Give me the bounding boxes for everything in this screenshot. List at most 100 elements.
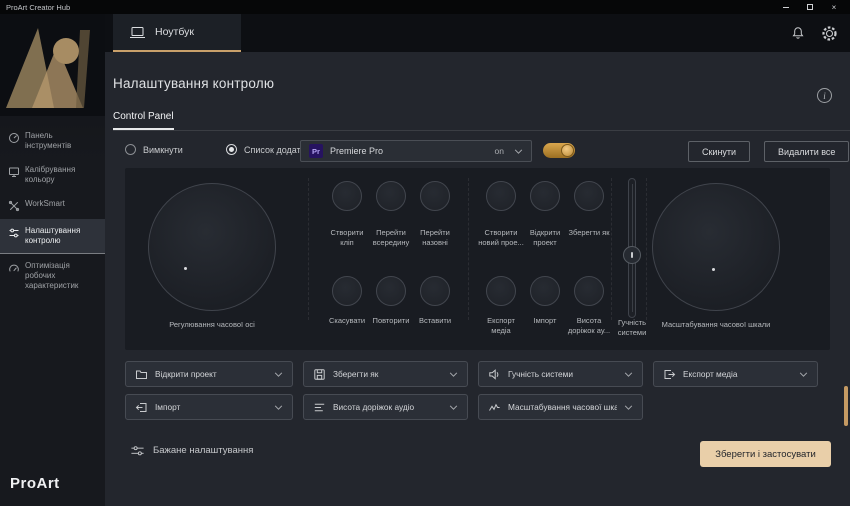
sidebar-item-worksmart[interactable]: WorkSmart (0, 192, 105, 219)
zoom-icon (488, 401, 501, 414)
import-icon (135, 401, 148, 414)
chevron-down-icon (274, 372, 283, 377)
volume-icon (488, 368, 501, 381)
panel-button[interactable] (332, 181, 362, 211)
radio-app-list[interactable]: Список додатків (226, 144, 311, 155)
timeline-scrub-dial[interactable] (148, 183, 276, 311)
scrollbar-thumb[interactable] (844, 386, 848, 426)
chevron-down-icon (514, 149, 523, 154)
laptop-icon (129, 26, 146, 39)
panel-button[interactable] (530, 181, 560, 211)
chevron-down-icon (274, 405, 283, 410)
assign-dropdown-import[interactable]: Імпорт (125, 394, 293, 420)
sidebar-item-label: WorkSmart (25, 199, 65, 209)
tab-laptop[interactable]: Ноутбук (113, 14, 241, 52)
app-name: Premiere Pro (330, 146, 488, 156)
panel-separator (468, 178, 469, 320)
sidebar-nav: Панель інструментів Калібрування кольору… (0, 124, 105, 298)
chevron-down-icon (799, 372, 808, 377)
reset-button[interactable]: Скинути (688, 141, 750, 162)
sidebar-item-label: Калібрування кольору (25, 165, 99, 185)
premiere-pro-icon: Pr (309, 144, 323, 158)
panel-button[interactable] (376, 181, 406, 211)
panel-button-label: Імпорт (522, 316, 568, 326)
monitor-icon (8, 166, 20, 178)
assign-label: Висота доріжок аудіо (333, 402, 442, 412)
radio-circle (125, 144, 136, 155)
panel-button-label: Експорт медіа (478, 316, 524, 336)
dial-indicator-dot (712, 268, 715, 271)
assign-dropdown-open-project[interactable]: Відкрити проект (125, 361, 293, 387)
app-state: on (495, 146, 504, 156)
panel-button[interactable] (420, 181, 450, 211)
panel-button-label: Перейти назовні (412, 228, 458, 248)
volume-slider-knob[interactable] (623, 246, 641, 264)
preferences-label: Бажане налаштування (153, 445, 253, 456)
tab-control-panel[interactable]: Control Panel (113, 111, 174, 130)
close-icon[interactable]: × (824, 1, 844, 13)
panel-button[interactable] (574, 276, 604, 306)
assign-label: Експорт медіа (683, 369, 792, 379)
panel-button-label: Зберегти як (566, 228, 612, 238)
tools-icon (8, 200, 20, 212)
panel-button[interactable] (530, 276, 560, 306)
assign-dropdown-timeline-zoom[interactable]: Масштабування часової шкали (478, 394, 643, 420)
preferences-link[interactable]: Бажане налаштування (130, 444, 253, 457)
bell-icon[interactable] (791, 26, 805, 40)
panel-button[interactable] (486, 276, 516, 306)
panel-button[interactable] (332, 276, 362, 306)
panel-button-label: Створити кліп (324, 228, 370, 248)
app-enabled-toggle[interactable] (543, 143, 575, 158)
gauge-icon (8, 132, 20, 144)
dial-label: Регулювання часової осі (137, 320, 287, 330)
info-icon[interactable]: i (817, 88, 832, 103)
preferences-icon (130, 444, 145, 457)
assign-dropdown-track-height[interactable]: Висота доріжок аудіо (303, 394, 468, 420)
minimize-icon[interactable] (776, 1, 796, 13)
control-surface-panel: Регулювання часової осі Створити кліп Пе… (125, 168, 830, 350)
sidebar-item-label: Панель інструментів (25, 131, 99, 151)
sidebar-item-label: Налаштування контролю (25, 226, 99, 246)
radio-circle (226, 144, 237, 155)
sidebar-item-dashboard[interactable]: Панель інструментів (0, 124, 105, 158)
assign-dropdown-system-volume[interactable]: Гучність системи (478, 361, 643, 387)
panel-button[interactable] (486, 181, 516, 211)
divider (113, 130, 850, 131)
panel-separator (611, 178, 612, 320)
chevron-down-icon (624, 405, 633, 410)
sidebar-item-performance-optimization[interactable]: Оптимізація робочих характеристик (0, 254, 105, 298)
panel-button[interactable] (420, 276, 450, 306)
toggle-knob (561, 144, 574, 157)
save-icon (313, 368, 326, 381)
panel-button[interactable] (376, 276, 406, 306)
panel-separator (308, 178, 309, 320)
speedometer-icon (8, 262, 20, 274)
chevron-down-icon (449, 405, 458, 410)
maximize-icon[interactable] (800, 1, 820, 13)
panel-button[interactable] (574, 181, 604, 211)
tracks-icon (313, 401, 326, 414)
dial-label: Масштабування часової шкали (636, 320, 796, 330)
gear-icon[interactable] (821, 25, 838, 42)
assign-dropdown-save-as[interactable]: Зберегти як (303, 361, 468, 387)
panel-button-label: Перейти всередину (368, 228, 414, 248)
sidebar-item-control-settings[interactable]: Налаштування контролю (0, 219, 105, 254)
radio-label: Вимкнути (143, 145, 183, 155)
main-content: Налаштування контролю i Control Panel Ви… (105, 52, 850, 506)
assign-dropdown-export-media[interactable]: Експорт медіа (653, 361, 818, 387)
assign-label: Гучність системи (508, 369, 617, 379)
folder-icon (135, 368, 148, 381)
app-select-dropdown[interactable]: Pr Premiere Pro on (300, 140, 532, 162)
titlebar: ProArt Creator Hub × (0, 0, 850, 14)
panel-button-label: Створити новий прое... (478, 228, 524, 248)
delete-all-button[interactable]: Видалити все (764, 141, 849, 162)
save-and-apply-button[interactable]: Зберегти і застосувати (700, 441, 831, 467)
page-title: Налаштування контролю (113, 76, 274, 91)
timeline-zoom-dial[interactable] (652, 183, 780, 311)
radio-disable[interactable]: Вимкнути (125, 144, 183, 155)
sidebar-item-color-calibration[interactable]: Калібрування кольору (0, 158, 105, 192)
window-controls: × (776, 1, 844, 13)
topbar: Ноутбук (105, 14, 850, 52)
proart-wordmark: ProArt (10, 475, 60, 492)
window-title: ProArt Creator Hub (6, 3, 70, 12)
